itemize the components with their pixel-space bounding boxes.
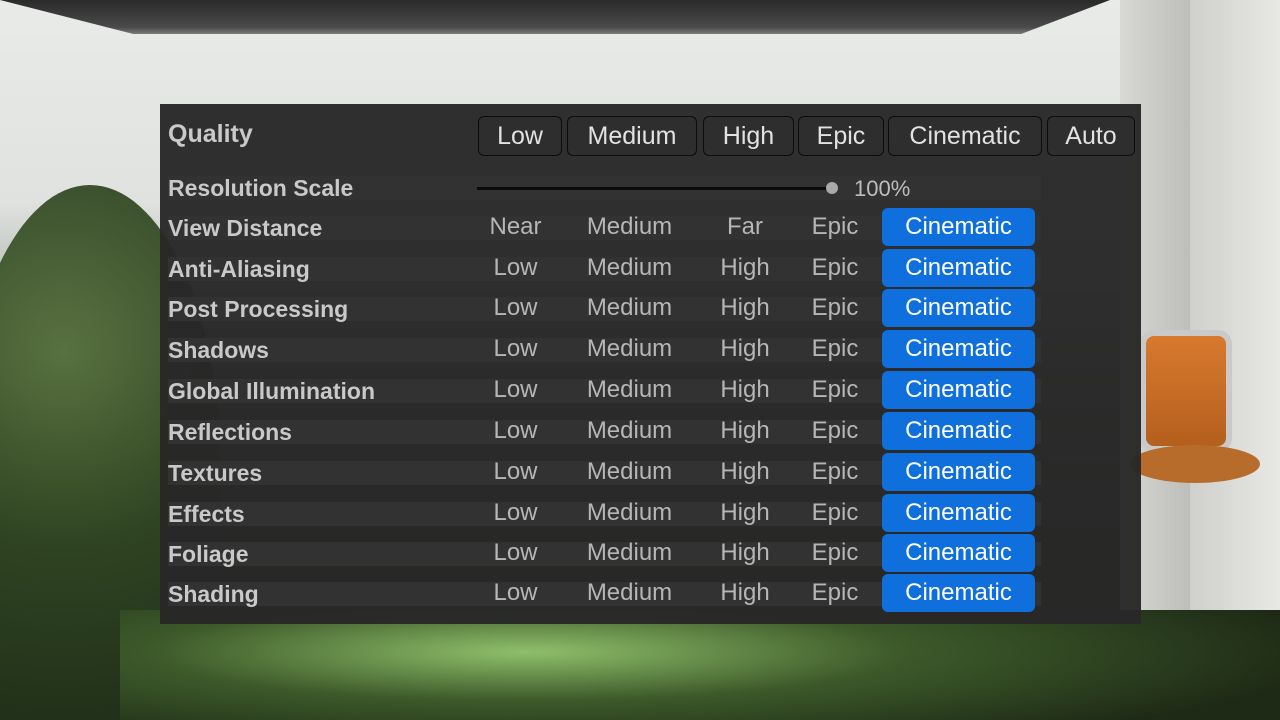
resolution-scale-label: Resolution Scale [168, 175, 354, 201]
resolution-scale-value: 100% [854, 176, 911, 201]
setting-label-shadows: Shadows [168, 337, 269, 363]
setting-option-effects-medium[interactable]: Medium [567, 494, 692, 532]
setting-option-reflections-cinematic[interactable]: Cinematic [882, 412, 1035, 450]
setting-option-shadows-medium[interactable]: Medium [567, 330, 692, 368]
setting-label-reflections: Reflections [168, 419, 292, 445]
setting-option-anti-aliasing-epic[interactable]: Epic [790, 249, 880, 287]
setting-option-shading-cinematic[interactable]: Cinematic [882, 574, 1035, 612]
setting-option-shading-high[interactable]: High [700, 574, 790, 612]
resolution-scale-slider[interactable] [477, 187, 832, 190]
setting-option-global-illumination-epic[interactable]: Epic [790, 371, 880, 409]
setting-option-effects-low[interactable]: Low [478, 494, 553, 532]
setting-option-global-illumination-low[interactable]: Low [478, 371, 553, 409]
quality-preset-epic[interactable]: Epic [798, 116, 884, 156]
setting-option-foliage-low[interactable]: Low [478, 534, 553, 572]
setting-option-global-illumination-high[interactable]: High [700, 371, 790, 409]
setting-option-effects-cinematic[interactable]: Cinematic [882, 494, 1035, 532]
setting-option-effects-high[interactable]: High [700, 494, 790, 532]
setting-option-textures-high[interactable]: High [700, 453, 790, 491]
setting-label-anti-aliasing: Anti-Aliasing [168, 256, 310, 282]
setting-option-shading-low[interactable]: Low [478, 574, 553, 612]
resolution-scale-slider-handle[interactable] [826, 182, 838, 194]
setting-option-textures-epic[interactable]: Epic [790, 453, 880, 491]
setting-option-foliage-cinematic[interactable]: Cinematic [882, 534, 1035, 572]
quality-title: Quality [168, 120, 253, 148]
setting-option-reflections-epic[interactable]: Epic [790, 412, 880, 450]
setting-option-anti-aliasing-medium[interactable]: Medium [567, 249, 692, 287]
setting-option-global-illumination-cinematic[interactable]: Cinematic [882, 371, 1035, 409]
setting-option-foliage-medium[interactable]: Medium [567, 534, 692, 572]
setting-option-shadows-cinematic[interactable]: Cinematic [882, 330, 1035, 368]
quality-preset-auto[interactable]: Auto [1047, 116, 1135, 156]
setting-label-textures: Textures [168, 460, 263, 486]
setting-option-anti-aliasing-low[interactable]: Low [478, 249, 553, 287]
setting-option-view-distance-far[interactable]: Far [700, 208, 790, 246]
table [1130, 445, 1260, 483]
setting-option-reflections-low[interactable]: Low [478, 412, 553, 450]
setting-label-foliage: Foliage [168, 541, 249, 567]
quality-preset-medium[interactable]: Medium [567, 116, 697, 156]
setting-option-post-processing-medium[interactable]: Medium [567, 289, 692, 327]
graphics-settings-panel: Quality Low Medium High Epic Cinematic A… [160, 104, 1141, 624]
setting-option-textures-cinematic[interactable]: Cinematic [882, 453, 1035, 491]
setting-label-effects: Effects [168, 501, 245, 527]
setting-option-shadows-epic[interactable]: Epic [790, 330, 880, 368]
setting-option-post-processing-high[interactable]: High [700, 289, 790, 327]
setting-option-view-distance-medium[interactable]: Medium [567, 208, 692, 246]
quality-preset-high[interactable]: High [703, 116, 794, 156]
setting-option-view-distance-near[interactable]: Near [478, 208, 553, 246]
setting-option-textures-medium[interactable]: Medium [567, 453, 692, 491]
setting-label-global-illumination: Global Illumination [168, 378, 375, 404]
setting-option-post-processing-cinematic[interactable]: Cinematic [882, 289, 1035, 327]
setting-option-reflections-high[interactable]: High [700, 412, 790, 450]
setting-label-post-processing: Post Processing [168, 296, 349, 322]
ceiling-beam [0, 0, 1110, 34]
setting-option-anti-aliasing-high[interactable]: High [700, 249, 790, 287]
setting-option-foliage-epic[interactable]: Epic [790, 534, 880, 572]
setting-option-global-illumination-medium[interactable]: Medium [567, 371, 692, 409]
setting-option-foliage-high[interactable]: High [700, 534, 790, 572]
chair [1140, 330, 1232, 452]
quality-preset-low[interactable]: Low [478, 116, 562, 156]
setting-option-post-processing-epic[interactable]: Epic [790, 289, 880, 327]
setting-option-anti-aliasing-cinematic[interactable]: Cinematic [882, 249, 1035, 287]
setting-option-post-processing-low[interactable]: Low [478, 289, 553, 327]
setting-label-shading: Shading [168, 581, 259, 607]
setting-option-textures-low[interactable]: Low [478, 453, 553, 491]
setting-option-view-distance-epic[interactable]: Epic [790, 208, 880, 246]
setting-option-effects-epic[interactable]: Epic [790, 494, 880, 532]
setting-option-view-distance-cinematic[interactable]: Cinematic [882, 208, 1035, 246]
foliage-bottom [120, 610, 1280, 720]
setting-option-shading-medium[interactable]: Medium [567, 574, 692, 612]
quality-preset-cinematic[interactable]: Cinematic [888, 116, 1042, 156]
setting-option-shading-epic[interactable]: Epic [790, 574, 880, 612]
setting-label-view-distance: View Distance [168, 215, 323, 241]
setting-option-reflections-medium[interactable]: Medium [567, 412, 692, 450]
setting-option-shadows-low[interactable]: Low [478, 330, 553, 368]
setting-option-shadows-high[interactable]: High [700, 330, 790, 368]
